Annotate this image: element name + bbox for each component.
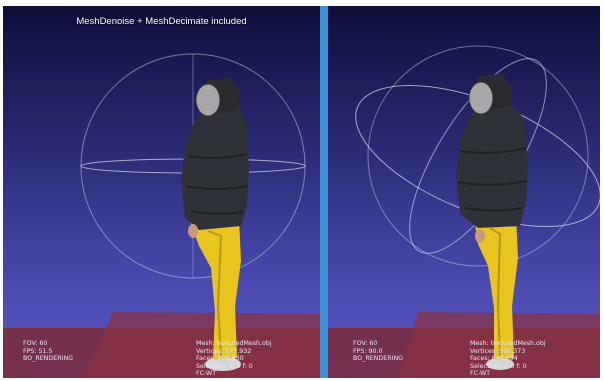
hand: [188, 224, 198, 238]
fps-label: FPS: 90.0: [353, 347, 383, 355]
overlay-title: MeshDenoise + MeshDecimate included: [76, 16, 247, 27]
viewport-right[interactable]: FOV: 60 FPS: 90.0 BO_RENDERING Mesh: tex…: [328, 6, 600, 378]
viewport-left[interactable]: MeshDenoise + MeshDecimate included FOV:…: [3, 6, 320, 378]
extra-label: FC-WT: [196, 370, 217, 378]
selection-label: Selection: v: 0 f: 0: [196, 362, 253, 370]
faces-label: Faces: 909,830: [196, 355, 244, 363]
render-mode-label: BO_RENDERING: [23, 355, 74, 363]
scene-left: [3, 53, 320, 378]
fov-label: FOV: 60: [353, 340, 378, 347]
scene-right: [328, 45, 600, 378]
selection-label: Selection: v: 0 f: 0: [470, 362, 527, 370]
face-blur: [195, 83, 221, 117]
face-blur: [468, 81, 494, 115]
faces-label: Faces: 640,694: [470, 355, 518, 363]
mesh-info-left: Mesh: texturedMesh.obj Vertices: 577,932…: [196, 340, 272, 378]
render-info-right: FOV: 60 FPS: 90.0 BO_RENDERING: [353, 340, 403, 363]
hand: [475, 229, 485, 243]
render-mode-label: BO_RENDERING: [353, 355, 404, 363]
extra-label: FC-WT: [470, 370, 491, 378]
fps-label: FPS: 51.5: [23, 347, 53, 355]
split-divider[interactable]: [320, 6, 328, 378]
vertices-label: Vertices: 577,932: [196, 347, 252, 355]
mesh-name-label: Mesh: texturedMesh.obj: [196, 340, 272, 347]
vertices-label: Vertices: 595,373: [470, 347, 526, 355]
render-info-left: FOV: 60 FPS: 51.5 BO_RENDERING: [23, 340, 73, 363]
mesh-info-right: Mesh: texturedMesh.obj Vertices: 595,373…: [470, 340, 546, 378]
mesh-name-label: Mesh: texturedMesh.obj: [470, 340, 546, 347]
meshlab-app: MeshDenoise + MeshDecimate included FOV:…: [0, 0, 604, 381]
fov-label: FOV: 60: [23, 340, 48, 347]
